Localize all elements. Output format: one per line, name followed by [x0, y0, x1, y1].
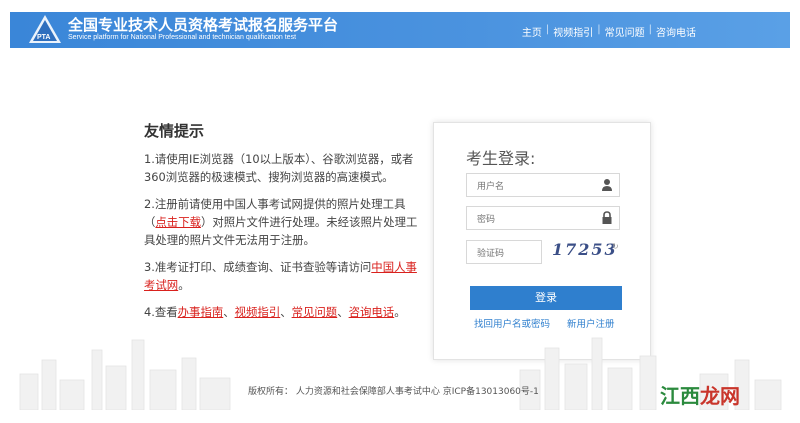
nav-separator: | [648, 24, 652, 35]
nav-faq[interactable]: 常见问题 [605, 24, 645, 39]
captcha-field [466, 240, 543, 265]
tip-item-1: 1.请使用IE浏览器（10以上版本）、谷歌浏览器，或者360浏览器的极速模式、搜… [144, 150, 424, 186]
faq-link[interactable]: 常见问题 [292, 305, 338, 319]
nav-hotline[interactable]: 咨询电话 [656, 24, 696, 39]
video-guide-link[interactable]: 视频指引 [235, 305, 281, 319]
top-nav: 主页 | 视频指引 | 常见问题 | 咨询电话 [522, 24, 696, 39]
nav-separator: | [597, 24, 601, 35]
tip-separator: 、 [223, 305, 235, 319]
guide-link[interactable]: 办事指南 [178, 305, 224, 319]
forgot-credentials-link[interactable]: 找回用户名或密码 [474, 319, 550, 330]
captcha-input[interactable] [475, 243, 543, 265]
site-subtitle: Service platform for National Profession… [68, 34, 297, 41]
register-link[interactable]: 新用户注册 [567, 319, 615, 330]
password-input[interactable] [475, 209, 599, 231]
nav-home[interactable]: 主页 [522, 24, 542, 39]
user-icon [602, 179, 612, 191]
username-field [466, 173, 620, 198]
tip-item-4: 4.查看办事指南、视频指引、常见问题、咨询电话。 [144, 303, 424, 321]
site-title: 全国专业技术人员资格考试报名服务平台 [68, 16, 339, 34]
header-bar: PTA 全国专业技术人员资格考试报名服务平台 Service platform … [10, 12, 790, 48]
lock-icon [602, 211, 612, 224]
tip-text: 。 [178, 278, 190, 292]
tips-title: 友情提示 [144, 122, 205, 140]
password-field [466, 206, 620, 231]
login-title: 考生登录: [466, 149, 536, 168]
login-panel: 考生登录: 17253 ↻ 登录 找回用户名或密码 新用户注册 [433, 122, 651, 360]
tip-text: 。 [394, 305, 406, 319]
nav-separator: | [545, 24, 550, 35]
login-button[interactable]: 登录 [470, 286, 622, 310]
captcha-image[interactable]: 17253 [552, 240, 616, 264]
copyright-footer: 版权所有： 人力资源和社会保障部人事考试中心 京ICP备13013060号-1 [248, 387, 539, 397]
tip-text: 4.查看 [144, 305, 178, 319]
tip-separator: 、 [280, 305, 292, 319]
login-links: 找回用户名或密码 新用户注册 [474, 316, 615, 330]
pta-logo-icon: PTA [29, 15, 61, 43]
hotline-link[interactable]: 咨询电话 [349, 305, 395, 319]
tip-text: 1.请使用IE浏览器（10以上版本）、谷歌浏览器，或者360浏览器的极速模式、搜… [144, 152, 414, 184]
download-tool-link[interactable]: 点击下载 [155, 215, 201, 229]
tip-separator: 、 [337, 305, 349, 319]
tip-item-3: 3.准考证打印、成绩查询、证书查验等请访问中国人事考试网。 [144, 258, 424, 294]
refresh-icon[interactable]: ↻ [612, 242, 619, 251]
tip-item-2: 2.注册前请使用中国人事考试网提供的照片处理工具（点击下载）对照片文件进行处理。… [144, 195, 424, 249]
tip-text: 3.准考证打印、成绩查询、证书查验等请访问 [144, 260, 372, 274]
watermark-text: 龙网 [700, 384, 740, 408]
watermark-text: 江西 [660, 384, 700, 408]
tips-panel: 友情提示 1.请使用IE浏览器（10以上版本）、谷歌浏览器，或者360浏览器的极… [144, 122, 424, 330]
svg-text:PTA: PTA [37, 34, 50, 41]
site-watermark: 江西龙网 [660, 380, 740, 409]
nav-video-guide[interactable]: 视频指引 [553, 24, 593, 39]
username-input[interactable] [475, 176, 599, 198]
